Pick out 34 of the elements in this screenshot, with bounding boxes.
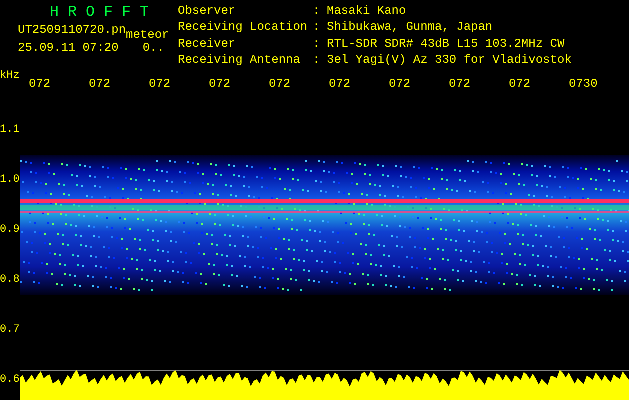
info-label: Receiving Antenna: [178, 54, 302, 69]
info-value: Shibukawa, Gunma, Japan: [327, 21, 494, 36]
info-label: Observer: [178, 5, 237, 20]
time-label: 072: [389, 77, 411, 91]
frequency-label: 1.1: [0, 124, 20, 136]
separator: :: [313, 21, 322, 36]
info-value: RTL-SDR SDR# 43dB L15 103.2MHz CW: [327, 38, 566, 52]
separator: :: [313, 54, 322, 69]
info-label: Receiver: [178, 38, 237, 52]
info-value: 3el Yagi(V) Az 330 for Vladivostok: [327, 54, 572, 69]
time-label: 072: [509, 77, 531, 91]
app-title: H R O F F T: [49, 5, 150, 20]
time-label: 072: [269, 77, 291, 91]
file-type: meteor: [126, 29, 170, 41]
time-label: 072: [89, 77, 111, 91]
time-label: 072: [29, 77, 51, 91]
info-value: Masaki Kano: [327, 5, 408, 20]
time-label: 072: [449, 77, 471, 91]
counter: 0..: [142, 42, 164, 54]
axis-unit: kHz: [0, 70, 21, 84]
frequency-label: 0.8: [0, 274, 20, 286]
time-label: 072: [329, 77, 351, 91]
frequency-label: 0.6: [0, 374, 20, 386]
separator: :: [313, 38, 322, 52]
file-name: UT2509110720.pn: [18, 24, 126, 36]
time-label: 072: [209, 77, 231, 91]
timestamp: 25.09.11 07:20: [18, 42, 119, 54]
separator: :: [313, 5, 322, 20]
info-label: Receiving Location: [178, 21, 309, 36]
frequency-label: 1.0: [0, 174, 20, 186]
frequency-label: 0.9: [0, 224, 20, 236]
time-label: 072: [149, 77, 171, 91]
frequency-label: 0.7: [0, 324, 20, 336]
time-label: 0730: [569, 77, 598, 91]
